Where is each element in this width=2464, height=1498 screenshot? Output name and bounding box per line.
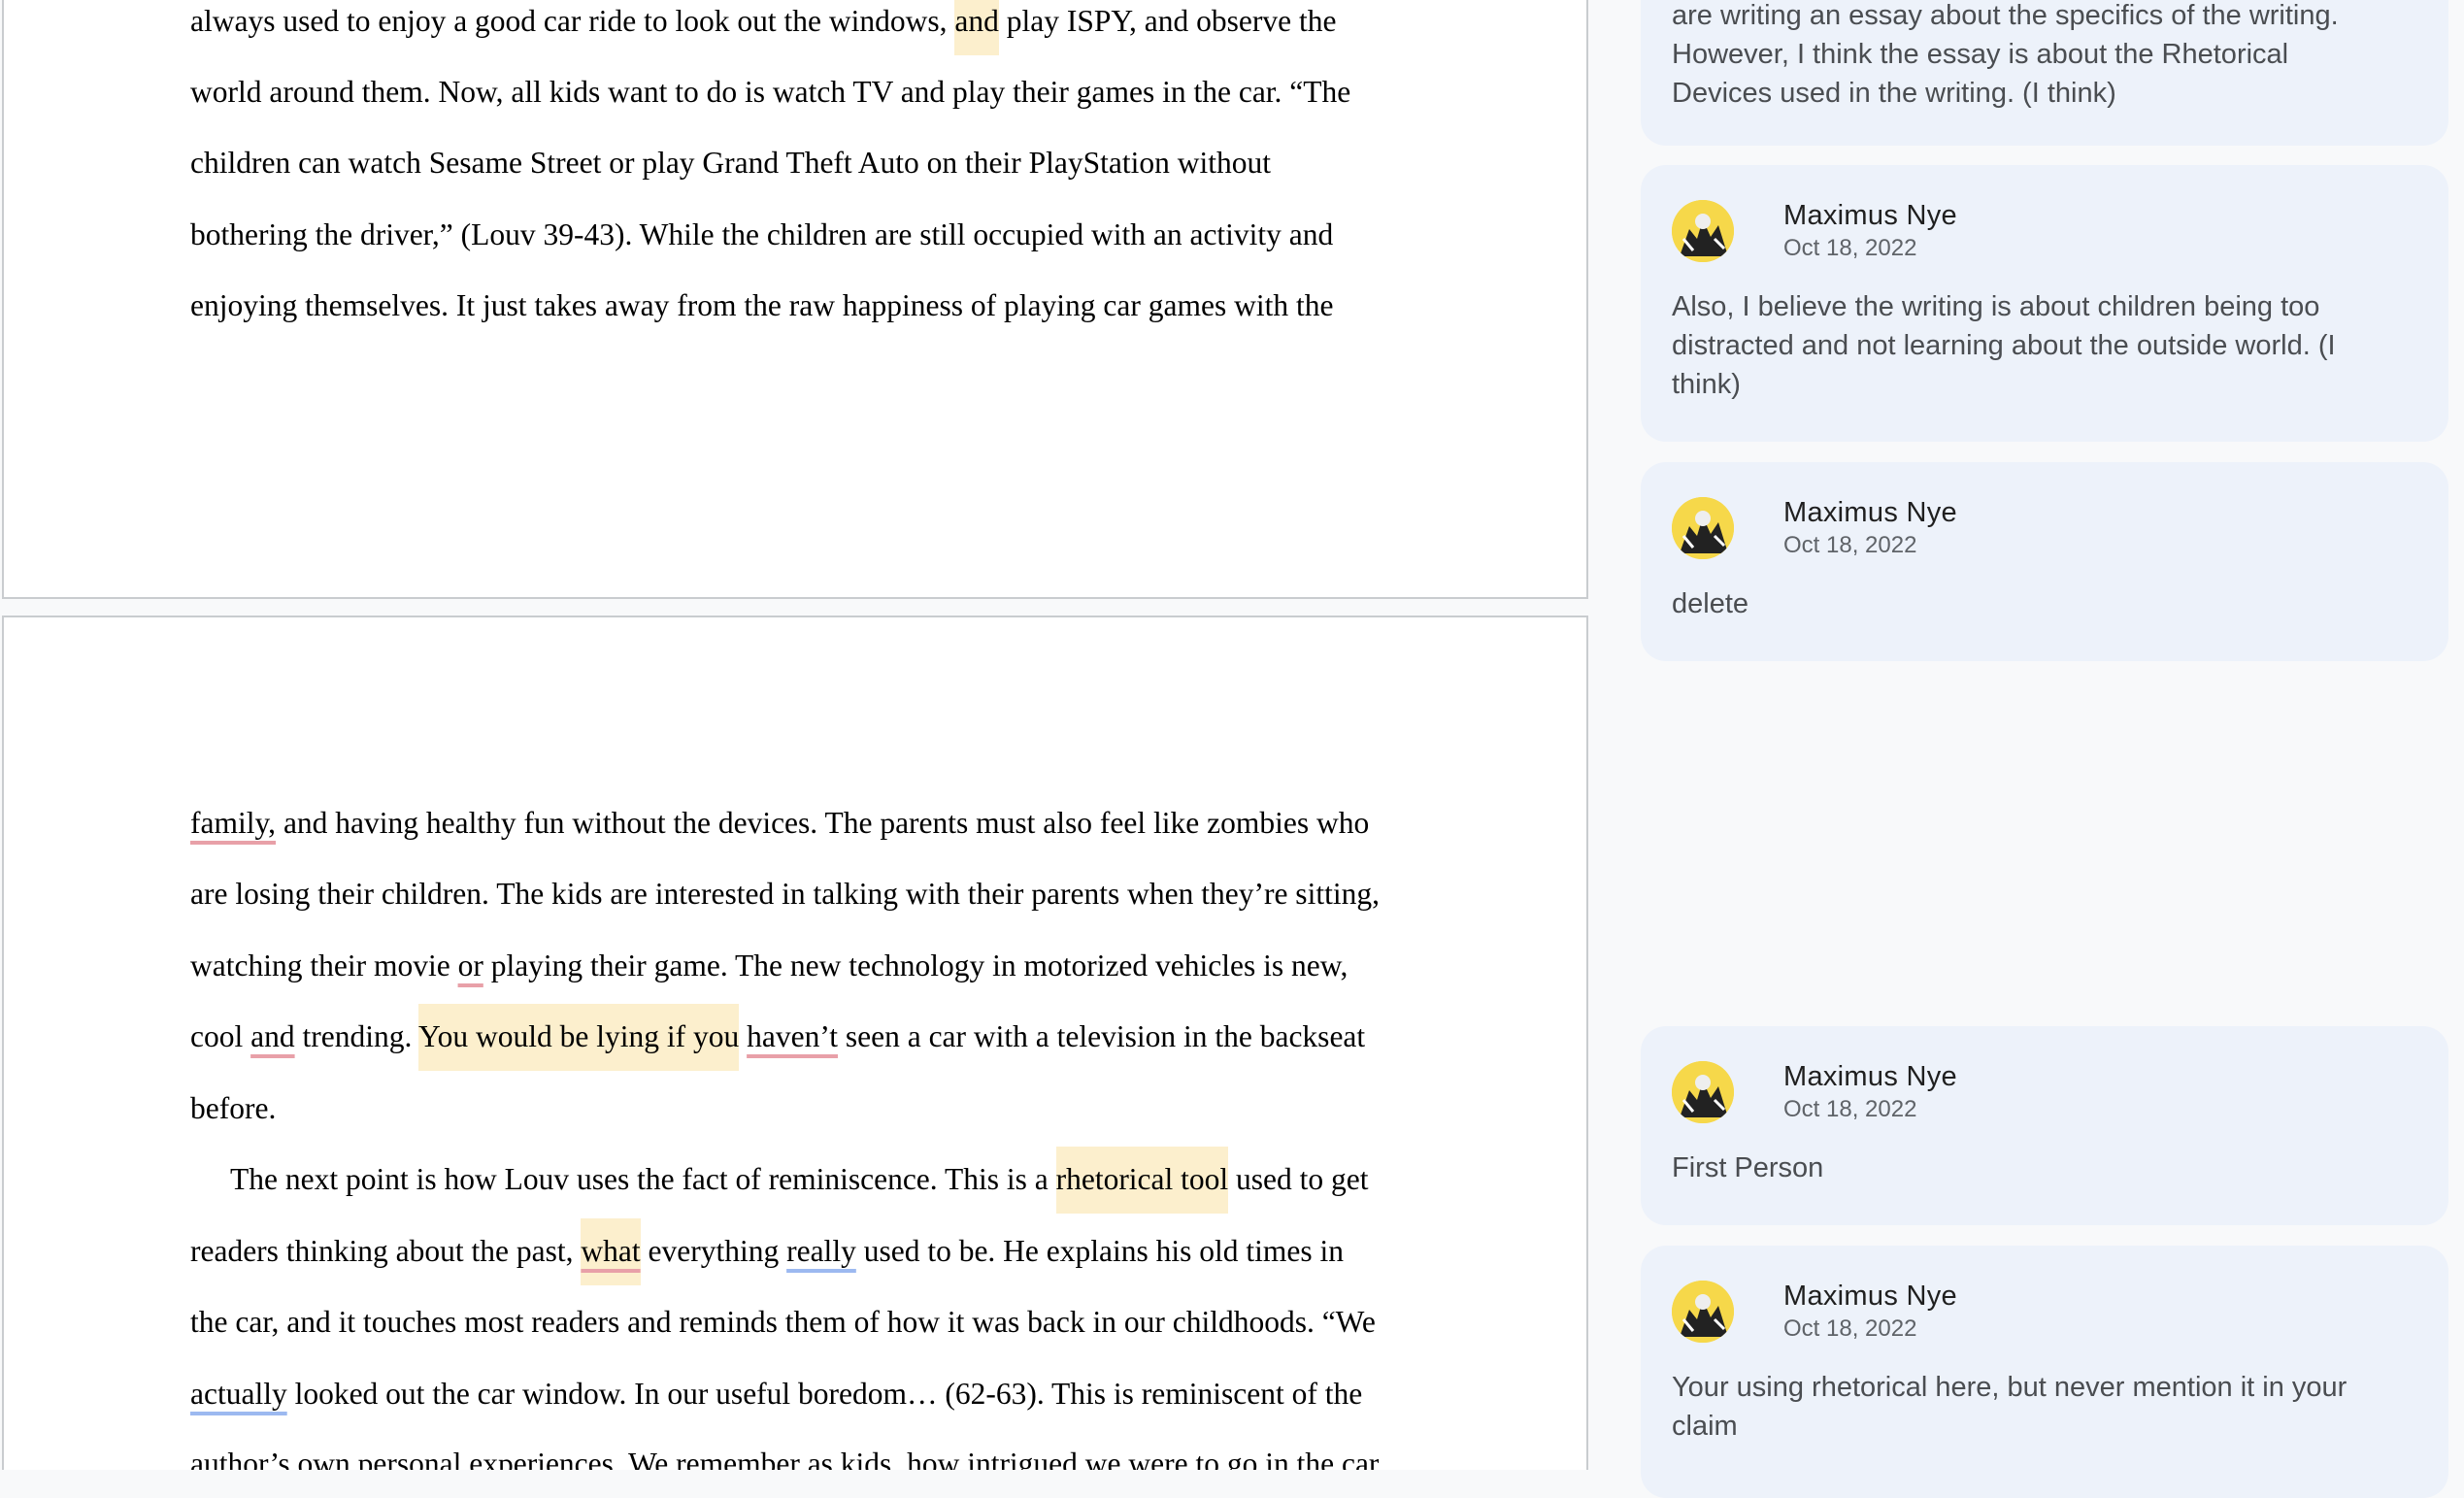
grammar-suggestion[interactable]: actually <box>190 1377 287 1411</box>
text-line[interactable]: family, and having healthy fun without t… <box>190 804 1369 843</box>
comment-highlight[interactable]: rhetorical tool <box>1055 1147 1229 1214</box>
comment-body: Also, I believe the writing is about chi… <box>1672 287 2417 404</box>
grammar-suggestion[interactable]: really <box>786 1234 856 1268</box>
text-line[interactable]: bothering the driver,” (Louv 39-43). Whi… <box>190 216 1333 254</box>
comments-sidebar: are writing an essay about the specifics… <box>1612 0 2464 1498</box>
comment-date: Oct 18, 2022 <box>1783 1315 1917 1342</box>
text-line[interactable]: the car, and it touches most readers and… <box>190 1303 1376 1342</box>
text-line[interactable]: world around them. Now, all kids want to… <box>190 73 1350 112</box>
avatar[interactable] <box>1672 1281 1734 1343</box>
comment-body: are writing an essay about the specifics… <box>1672 0 2417 113</box>
comment-author: Maximus Nye <box>1783 1061 1957 1092</box>
text-line[interactable]: watching their movie or playing their ga… <box>190 947 1348 985</box>
spelling-suggestion[interactable]: or <box>458 949 483 982</box>
comment-highlight[interactable]: and <box>954 0 999 55</box>
text-run: readers thinking about the past, <box>190 1234 582 1268</box>
comment-card[interactable]: Maximus Nye Oct 18, 2022 Also, I believe… <box>1641 165 2448 442</box>
text-run: used to get <box>1228 1162 1369 1196</box>
comment-text: delete <box>1672 588 1749 619</box>
text-run: used to be. He explains his old times in <box>855 1234 1345 1268</box>
comment-body: First Person <box>1672 1148 2417 1187</box>
avatar-icon <box>1672 497 1734 559</box>
comment-author: Maximus Nye <box>1783 1281 1957 1312</box>
avatar[interactable] <box>1672 1061 1734 1123</box>
comment-highlight[interactable]: You would be lying if you <box>418 1004 740 1071</box>
comment-text: First Person <box>1672 1152 1824 1183</box>
text-line[interactable]: children can watch Sesame Street or play… <box>190 144 1271 183</box>
comment-body: Your using rhetorical here, but never me… <box>1672 1368 2417 1446</box>
avatar[interactable] <box>1672 200 1734 262</box>
text-run: always used to enjoy a good car ride to … <box>190 4 955 38</box>
text-run: play ISPY, and observe the <box>998 4 1337 38</box>
text-run: everything <box>640 1234 787 1268</box>
text-run: The next point is how Louv uses the fact… <box>230 1162 1056 1196</box>
text-run: seen a car with a television in the back… <box>838 1019 1366 1053</box>
avatar-icon <box>1672 1281 1734 1343</box>
text-run: and having healthy fun without the devic… <box>276 806 1370 840</box>
text-run: watching their movie <box>190 949 458 982</box>
comment-date: Oct 18, 2022 <box>1783 235 1917 261</box>
text-line[interactable]: The next point is how Louv uses the fact… <box>230 1147 1369 1214</box>
comment-text: Also, I believe the writing is about chi… <box>1672 291 2320 322</box>
comment-date: Oct 18, 2022 <box>1783 532 1917 558</box>
spelling-suggestion[interactable]: haven’t <box>747 1019 838 1053</box>
text-line[interactable]: always used to enjoy a good car ride to … <box>190 0 1337 55</box>
comment-card[interactable]: are writing an essay about the specifics… <box>1641 0 2448 146</box>
comment-text: Your using rhetorical here, but never me… <box>1672 1372 2347 1403</box>
text-line[interactable]: actually looked out the car window. In o… <box>190 1375 1362 1414</box>
avatar-icon <box>1672 200 1734 262</box>
comment-author: Maximus Nye <box>1783 200 1957 231</box>
avatar-icon <box>1672 1061 1734 1123</box>
comment-card[interactable]: Maximus Nye Oct 18, 2022 Your using rhet… <box>1641 1246 2448 1498</box>
comment-text: claim <box>1672 1411 1738 1442</box>
text-run: trending. <box>294 1019 419 1053</box>
document-page[interactable]: always used to enjoy a good car ride to … <box>2 0 1588 599</box>
comment-author: Maximus Nye <box>1783 497 1957 528</box>
text-line[interactable]: readers thinking about the past, what ev… <box>190 1218 1345 1285</box>
comment-text: are writing an essay about the specifics… <box>1672 0 2339 31</box>
comment-card[interactable]: Maximus Nye Oct 18, 2022 First Person <box>1641 1026 2448 1225</box>
comment-text: Devices used in the writing. (I think) <box>1672 78 2116 109</box>
spelling-suggestion[interactable]: and <box>250 1019 294 1053</box>
comment-date: Oct 18, 2022 <box>1783 1096 1917 1122</box>
comment-highlight[interactable]: what <box>581 1218 641 1285</box>
avatar[interactable] <box>1672 497 1734 559</box>
text-run: playing their game. The new technology i… <box>483 949 1349 982</box>
text-line[interactable]: author’s own personal experiences. We re… <box>190 1445 1379 1470</box>
document-canvas[interactable]: always used to enjoy a good car ride to … <box>0 0 1612 1470</box>
comment-text: However, I think the essay is about the … <box>1672 39 2289 70</box>
text-line[interactable]: cool and trending. You would be lying if… <box>190 1004 1366 1071</box>
text-line[interactable]: enjoying themselves. It just takes away … <box>190 286 1333 325</box>
comment-text: distracted and not learning about the ou… <box>1672 330 2336 361</box>
comment-text: think) <box>1672 369 1741 400</box>
text-line[interactable]: are losing their children. The kids are … <box>190 875 1380 914</box>
comment-card[interactable]: Maximus Nye Oct 18, 2022 delete <box>1641 462 2448 661</box>
text-line[interactable]: before. <box>190 1089 276 1128</box>
text-run: looked out the car window. In our useful… <box>286 1377 1363 1411</box>
text-run <box>739 1019 747 1053</box>
spelling-suggestion[interactable]: family, <box>190 806 276 840</box>
document-page[interactable]: family, and having healthy fun without t… <box>2 616 1588 1470</box>
text-run: cool <box>190 1019 251 1053</box>
comment-body: delete <box>1672 584 2417 623</box>
